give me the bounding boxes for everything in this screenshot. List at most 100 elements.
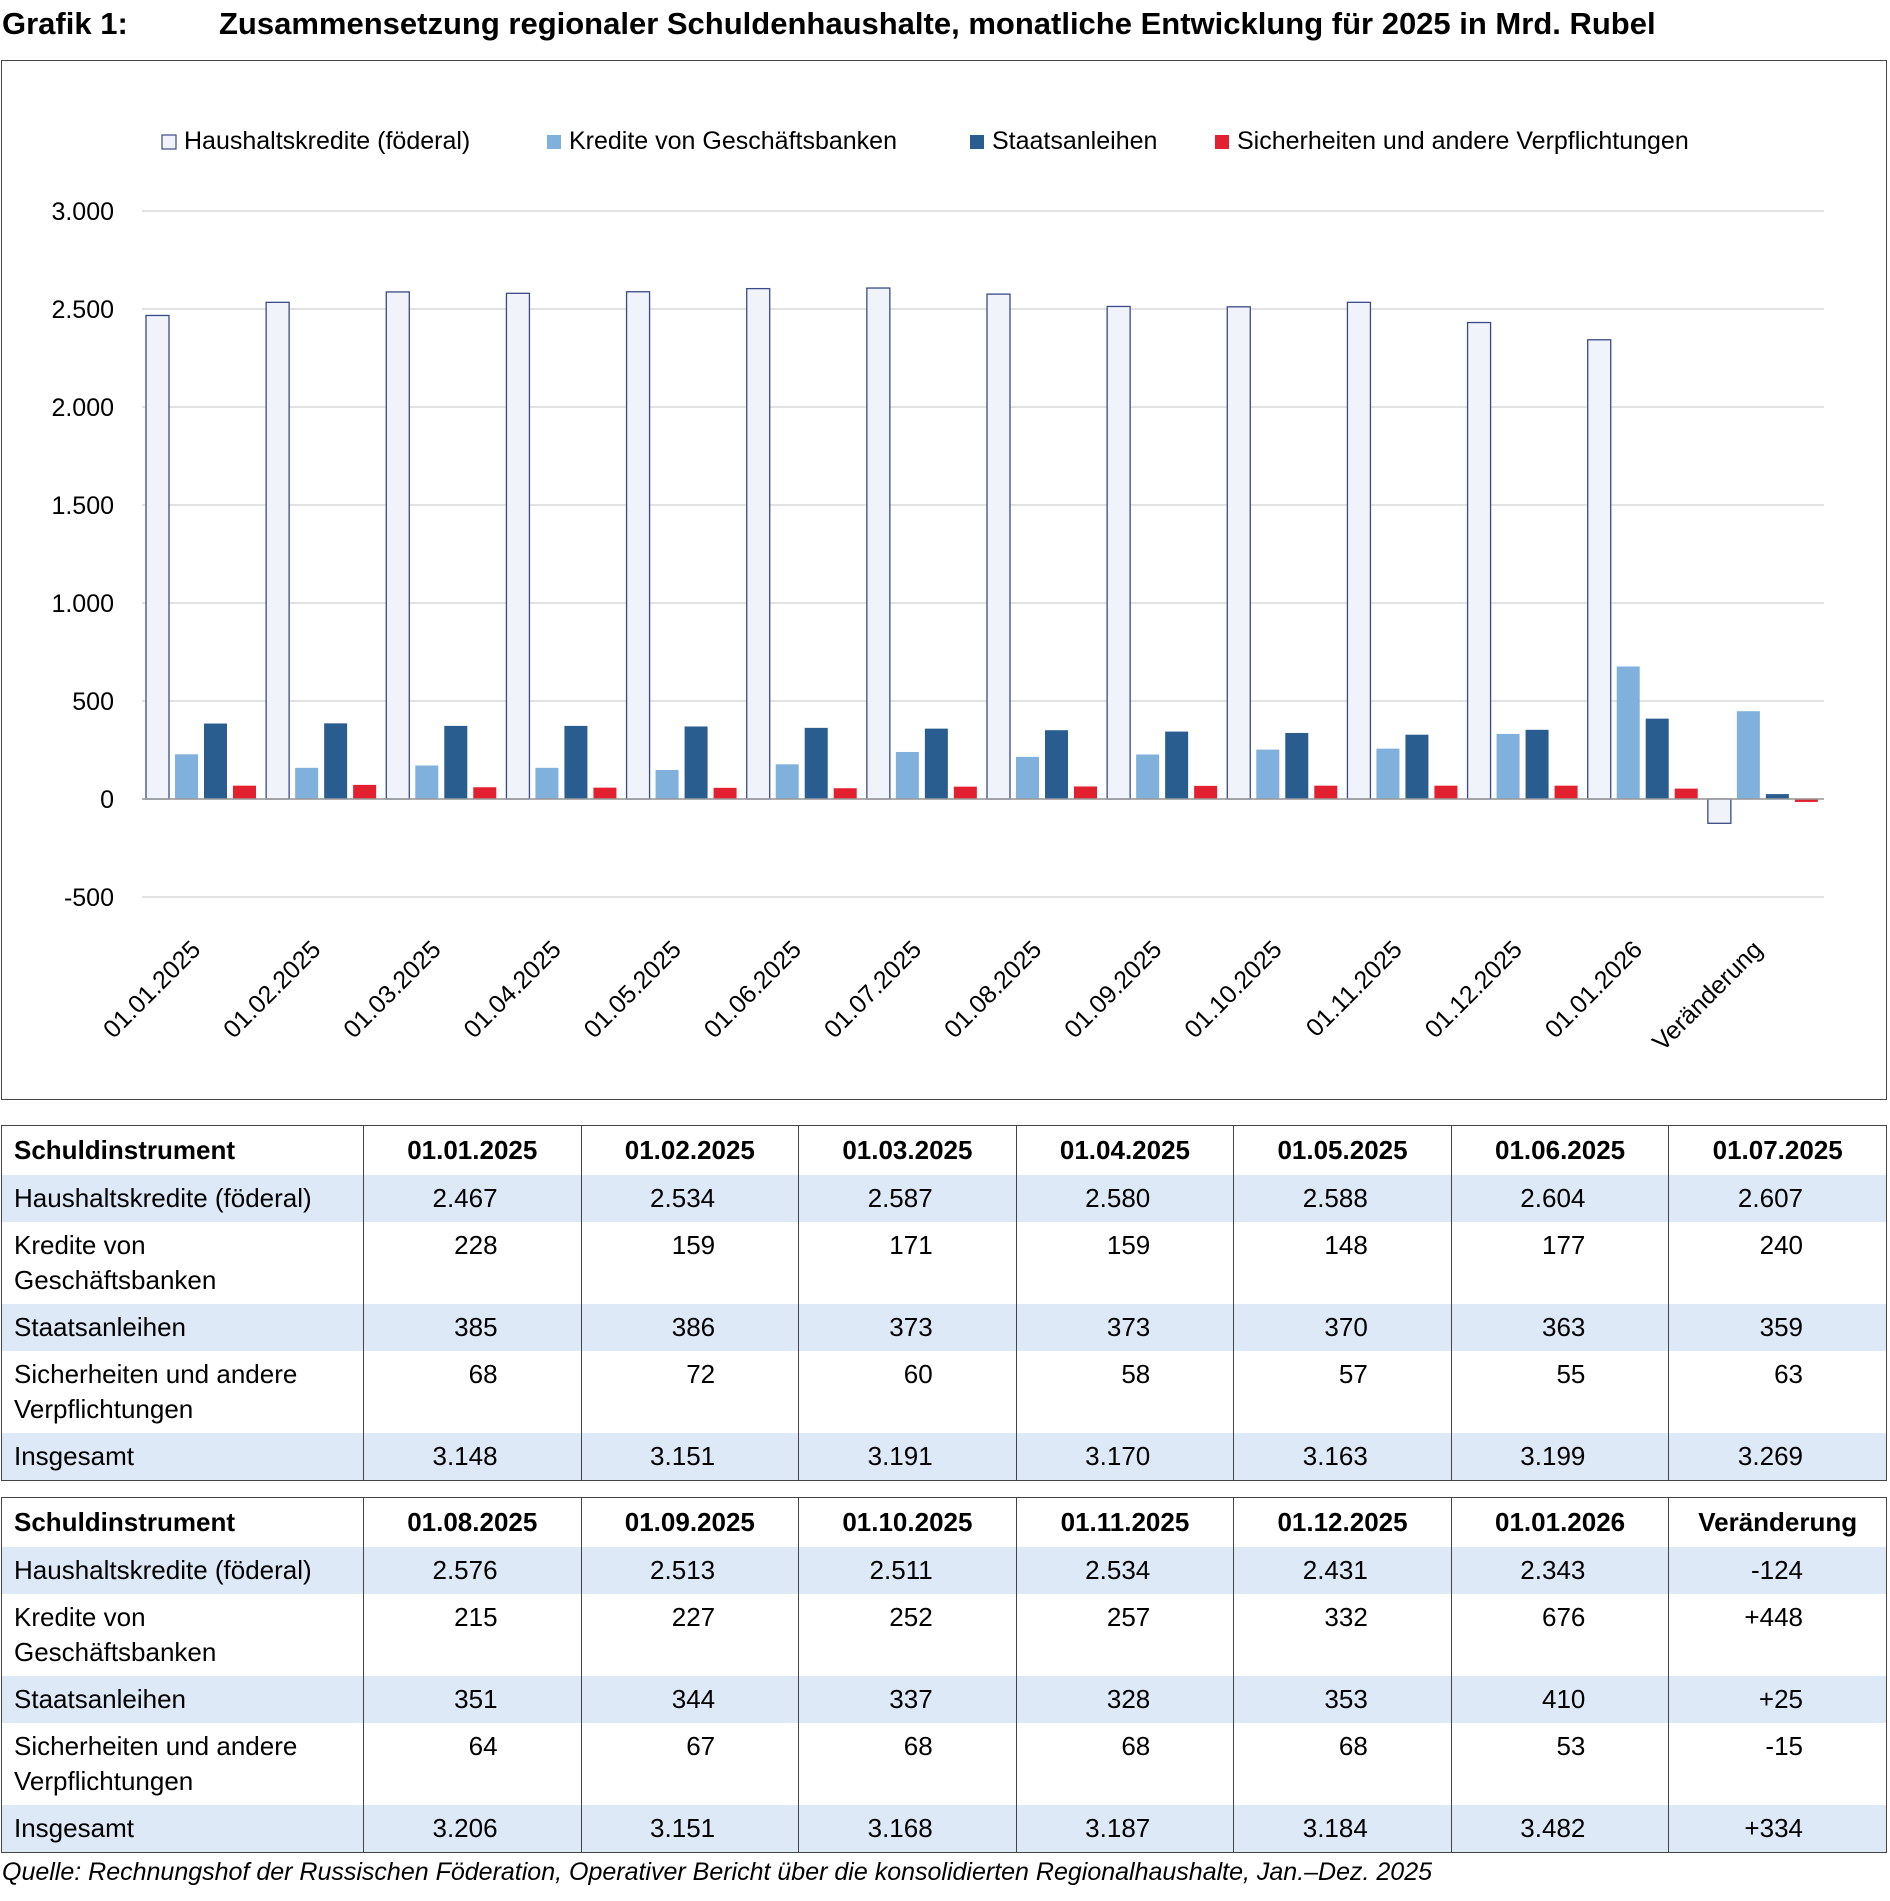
table-row: Haushaltskredite (föderal) 2.576 2.513 2.51… [1,1547,1887,1594]
table-cell: 58 [1015,1351,1234,1433]
table-cell: 370 [1233,1304,1452,1351]
y-tick-label: 3.000 [51,198,114,226]
x-tick-label: 01.01.2026 [1540,935,1648,1043]
bar [1256,749,1280,799]
bar [1016,756,1039,799]
table-cell: 68 [798,1723,1017,1805]
table-cell: 68 [1233,1723,1452,1805]
table-cell: 351 [363,1676,582,1723]
bar [684,726,708,799]
column-header-date: 01.12.2025 [1233,1497,1452,1547]
bar [593,787,617,799]
bar [1136,754,1160,799]
table-cell: 171 [798,1222,1017,1304]
x-tick-label: 01.03.2025 [338,935,446,1043]
bar [535,767,559,799]
bar [1707,798,1732,824]
table-cell: 3.269 [1668,1433,1887,1481]
row-label: Haushaltskredite (föderal) [1,1175,364,1222]
bar [204,723,227,799]
column-header-date: 01.04.2025 [1015,1125,1234,1175]
source-note: Quelle: Rechnungshof der Russischen Föde… [2,1858,1433,1886]
bar [145,314,170,800]
bar [1616,666,1640,799]
bar [295,767,319,799]
bar [385,291,410,800]
table-cell: 57 [1233,1351,1452,1433]
bar [415,765,439,799]
table-cell: 410 [1450,1676,1669,1723]
column-header-instrument: Schuldinstrument [14,1507,236,1537]
table-cell: -124 [1668,1547,1887,1594]
x-tick-label: 01.12.2025 [1420,935,1528,1043]
row-label: Insgesamt [1,1805,364,1853]
x-tick-label: 01.11.2025 [1301,935,1408,1042]
table-cell: 159 [580,1222,799,1304]
row-label: Kredite von Geschäftsbanken [14,1602,217,1667]
bar [713,787,737,799]
bar [1074,786,1097,799]
table-cell: 2.604 [1450,1175,1669,1222]
table-cell: 53 [1450,1723,1669,1805]
bar [953,786,977,799]
bar [1346,301,1372,800]
table-cell: 3.206 [363,1805,582,1853]
bar [1434,785,1458,799]
bar [444,725,468,799]
table-cell: 68 [363,1351,582,1433]
column-header-instrument: Schuldinstrument [14,1135,236,1165]
y-tick-label: 1.000 [51,590,114,618]
legend-swatch [547,135,561,149]
column-header-date: 01.01.2026 [1450,1497,1669,1547]
table-cell: 2.587 [798,1175,1017,1222]
bar [924,728,948,799]
table-header-row: Schuldinstrument 01.01.2025 01.02.2025 01.0… [2,1125,1887,1175]
table-cell: 2.576 [363,1547,582,1594]
table-cell: 386 [580,1304,799,1351]
bar [1466,321,1492,800]
table-cell: +334 [1668,1805,1887,1853]
bar [233,785,256,799]
table-cell: 3.168 [798,1805,1017,1853]
bar [833,788,857,799]
table-cell: 2.467 [363,1175,582,1222]
bar [775,764,799,799]
bar [986,293,1011,800]
data-table-first-half: Schuldinstrument 01.01.2025 01.02.2025 01.0… [1,1125,1887,1481]
legend-label: Staatsanleihen [992,127,1157,155]
table-cell: 67 [580,1723,799,1805]
bar [1674,788,1698,799]
table-cell: 363 [1450,1304,1669,1351]
column-header-date: 01.03.2025 [798,1125,1017,1175]
table-cell: 328 [1015,1676,1234,1723]
table-cell: 2.534 [580,1175,799,1222]
table-cell: 2.534 [1015,1547,1234,1594]
legend-swatch [1215,135,1229,149]
bar [746,287,771,800]
table-cell: 252 [798,1594,1017,1676]
table-row: Kredite von Geschäftsbanken 228 159 171 159 1… [2,1222,1887,1304]
table-cell: 3.148 [363,1433,582,1481]
bar [1045,730,1068,799]
legend-swatch [161,134,177,150]
table-cell: 72 [580,1351,799,1433]
table-row: Staatsanleihen 351 344 337 328 353 410 +25 [1,1676,1887,1723]
bar [804,727,828,799]
bar [1226,306,1251,800]
table-cell: 3.163 [1233,1433,1452,1481]
row-label: Sicherheiten und andere Verpflichtungen [14,1731,298,1796]
table-cell: 2.431 [1233,1547,1452,1594]
column-header-date: 01.09.2025 [580,1497,799,1547]
table-cell: 3.199 [1450,1433,1669,1481]
table-cell: 2.588 [1233,1175,1452,1222]
row-label: Haushaltskredite (föderal) [1,1547,364,1594]
bar [324,723,348,799]
table-cell: 240 [1668,1222,1887,1304]
bar [175,754,198,799]
bar [1736,711,1760,799]
bar-chart: 3.000 2.500 2.000 1.500 1.000 500 0 -500 01.01.2… [51,127,1824,1056]
table-cell: 148 [1233,1222,1452,1304]
legend-swatch [970,135,984,149]
bar [1106,305,1131,800]
bar [895,751,919,799]
